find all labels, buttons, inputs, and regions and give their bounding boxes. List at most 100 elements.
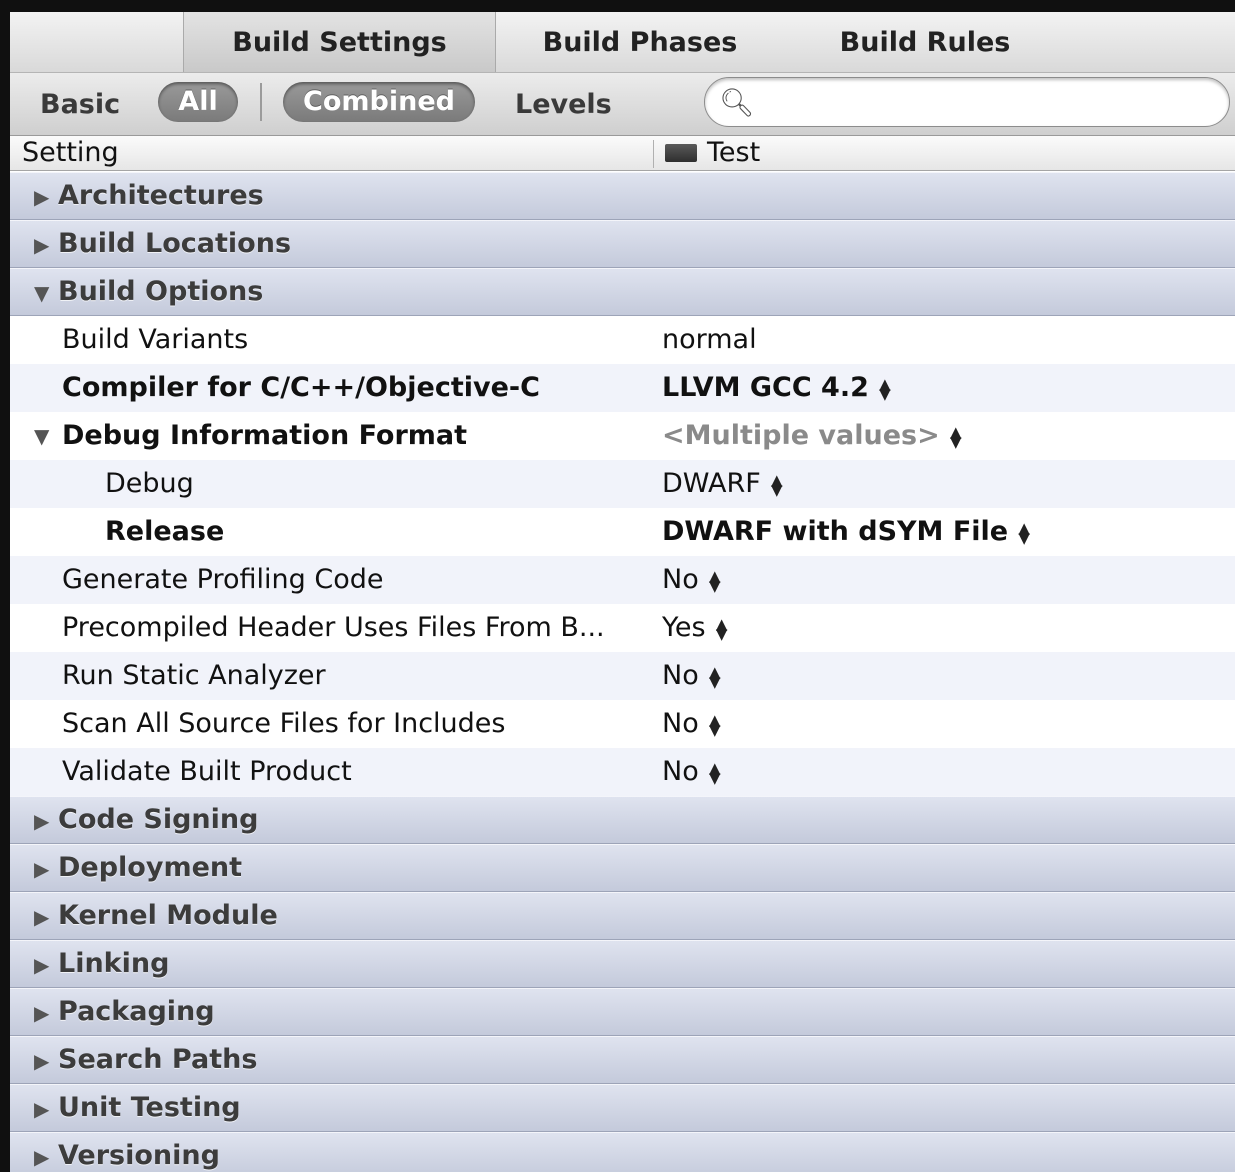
disclosure-triangle-right-icon[interactable]: ▶ — [34, 1145, 49, 1169]
disclosure-triangle-right-icon[interactable]: ▶ — [34, 1049, 49, 1073]
group-row-versioning[interactable]: ▶ Versioning — [10, 1132, 1235, 1172]
setting-row-build-variants[interactable]: Build Variants normal — [10, 316, 1235, 364]
setting-row-validate-built-product[interactable]: Validate Built Product No ▲ ▼ — [10, 748, 1235, 796]
group-row-build-options[interactable]: ▼ Build Options — [10, 268, 1235, 316]
setting-row-run-static-analyzer[interactable]: Run Static Analyzer No ▲ ▼ — [10, 652, 1235, 700]
setting-value-popup[interactable]: Yes ▲ ▼ — [662, 604, 728, 652]
stepper-arrows-icon: ▲ ▼ — [771, 470, 783, 499]
group-label: Build Locations — [58, 228, 292, 259]
disclosure-triangle-right-icon[interactable]: ▶ — [34, 809, 49, 833]
group-label: Code Signing — [58, 804, 259, 835]
setting-value-popup[interactable]: DWARF ▲ ▼ — [662, 460, 783, 508]
group-label: Search Paths — [58, 1044, 258, 1075]
filter-bar: Basic All Combined Levels 🔍︎ — [10, 73, 1235, 136]
setting-value-popup[interactable]: <Multiple values> ▲ ▼ — [662, 412, 962, 460]
disclosure-triangle-down-icon[interactable]: ▼ — [34, 281, 49, 305]
setting-label: Build Variants — [62, 324, 249, 355]
setting-label: Compiler for C/C++/Objective-C — [62, 372, 540, 403]
setting-label: Precompiled Header Uses Files From B... — [62, 612, 605, 643]
search-icon[interactable]: 🔍︎ — [719, 86, 755, 119]
group-label: Build Options — [58, 276, 264, 307]
target-icon — [665, 144, 697, 162]
stepper-arrows-icon: ▲ ▼ — [1018, 518, 1030, 547]
segment-divider — [260, 83, 262, 121]
setting-row-generate-profiling-code[interactable]: Generate Profiling Code No ▲ ▼ — [10, 556, 1235, 604]
setting-value: Yes — [662, 612, 706, 643]
group-label: Architectures — [58, 180, 264, 211]
disclosure-triangle-down-icon[interactable]: ▼ — [34, 424, 49, 448]
setting-value-popup[interactable]: No ▲ ▼ — [662, 556, 721, 604]
setting-value-popup[interactable]: DWARF with dSYM File ▲ ▼ — [662, 508, 1030, 556]
setting-value[interactable]: normal — [662, 316, 757, 364]
search-field[interactable]: 🔍︎ — [704, 77, 1230, 127]
stepper-arrows-icon: ▲ ▼ — [708, 662, 721, 691]
column-target-header[interactable]: Test — [707, 136, 760, 170]
group-label: Linking — [58, 948, 170, 979]
filter-levels-button[interactable]: Levels — [515, 87, 612, 123]
setting-row-debug-information-format[interactable]: ▼ Debug Information Format <Multiple val… — [10, 412, 1235, 460]
group-label: Deployment — [58, 852, 243, 883]
filter-all-button[interactable]: All — [158, 82, 238, 122]
tab-build-settings[interactable]: Build Settings — [183, 12, 496, 72]
disclosure-triangle-right-icon[interactable]: ▶ — [34, 953, 49, 977]
tab-bar: Build Settings Build Phases Build Rules — [10, 12, 1235, 73]
group-label: Kernel Module — [58, 900, 278, 931]
setting-value-popup[interactable]: LLVM GCC 4.2 ▲ ▼ — [662, 364, 891, 412]
group-row-unit-testing[interactable]: ▶ Unit Testing — [10, 1084, 1235, 1132]
group-label: Versioning — [58, 1140, 220, 1171]
tab-build-phases[interactable]: Build Phases — [510, 12, 770, 72]
setting-label: Validate Built Product — [62, 756, 352, 787]
disclosure-triangle-right-icon[interactable]: ▶ — [34, 1097, 49, 1121]
settings-list: ▶ Architectures ▶ Build Locations ▼ Buil… — [10, 172, 1235, 1172]
stepper-arrows-icon: ▲ ▼ — [949, 422, 962, 451]
disclosure-triangle-right-icon[interactable]: ▶ — [34, 233, 49, 257]
setting-value: No — [662, 660, 699, 691]
stepper-arrows-icon: ▲ ▼ — [708, 566, 721, 595]
setting-label: Debug — [105, 468, 194, 499]
stepper-arrows-icon: ▲ ▼ — [708, 758, 721, 787]
setting-row-release[interactable]: Release DWARF with dSYM File ▲ ▼ — [10, 508, 1235, 556]
setting-value: No — [662, 564, 699, 595]
search-input[interactable] — [763, 84, 1207, 120]
setting-label: Scan All Source Files for Includes — [62, 708, 506, 739]
stepper-arrows-icon: ▲ ▼ — [715, 614, 728, 643]
disclosure-triangle-right-icon[interactable]: ▶ — [34, 905, 49, 929]
column-setting-header[interactable]: Setting — [22, 136, 119, 170]
stepper-arrows-icon: ▲ ▼ — [879, 374, 891, 403]
setting-value: LLVM GCC 4.2 — [662, 372, 869, 403]
setting-value: No — [662, 708, 699, 739]
setting-value-popup[interactable]: No ▲ ▼ — [662, 652, 721, 700]
group-row-kernel-module[interactable]: ▶ Kernel Module — [10, 892, 1235, 940]
setting-label: Release — [105, 516, 225, 547]
setting-label: Generate Profiling Code — [62, 564, 384, 595]
disclosure-triangle-right-icon[interactable]: ▶ — [34, 1001, 49, 1025]
build-settings-panel: Build Settings Build Phases Build Rules … — [10, 12, 1235, 1172]
setting-value: DWARF — [662, 468, 761, 499]
setting-value-popup[interactable]: No ▲ ▼ — [662, 700, 721, 748]
filter-basic-button[interactable]: Basic — [40, 87, 120, 123]
setting-row-precompiled-header[interactable]: Precompiled Header Uses Files From B... … — [10, 604, 1235, 652]
filter-combined-button[interactable]: Combined — [283, 82, 475, 122]
setting-row-debug[interactable]: Debug DWARF ▲ ▼ — [10, 460, 1235, 508]
group-label: Packaging — [58, 996, 215, 1027]
column-divider[interactable] — [653, 140, 654, 168]
group-row-build-locations[interactable]: ▶ Build Locations — [10, 220, 1235, 268]
group-row-search-paths[interactable]: ▶ Search Paths — [10, 1036, 1235, 1084]
group-row-linking[interactable]: ▶ Linking — [10, 940, 1235, 988]
group-row-packaging[interactable]: ▶ Packaging — [10, 988, 1235, 1036]
setting-value: DWARF with dSYM File — [662, 516, 1009, 547]
group-label: Unit Testing — [58, 1092, 241, 1123]
setting-label: Run Static Analyzer — [62, 660, 326, 691]
setting-value: <Multiple values> — [662, 420, 940, 451]
group-row-architectures[interactable]: ▶ Architectures — [10, 172, 1235, 220]
setting-value: No — [662, 756, 699, 787]
setting-row-compiler[interactable]: Compiler for C/C++/Objective-C LLVM GCC … — [10, 364, 1235, 412]
group-row-deployment[interactable]: ▶ Deployment — [10, 844, 1235, 892]
setting-value-popup[interactable]: No ▲ ▼ — [662, 748, 721, 796]
group-row-code-signing[interactable]: ▶ Code Signing — [10, 796, 1235, 844]
disclosure-triangle-right-icon[interactable]: ▶ — [34, 857, 49, 881]
tab-build-rules[interactable]: Build Rules — [800, 12, 1050, 72]
setting-row-scan-all-source-files[interactable]: Scan All Source Files for Includes No ▲ ▼ — [10, 700, 1235, 748]
disclosure-triangle-right-icon[interactable]: ▶ — [34, 185, 49, 209]
setting-label: Debug Information Format — [62, 420, 468, 451]
